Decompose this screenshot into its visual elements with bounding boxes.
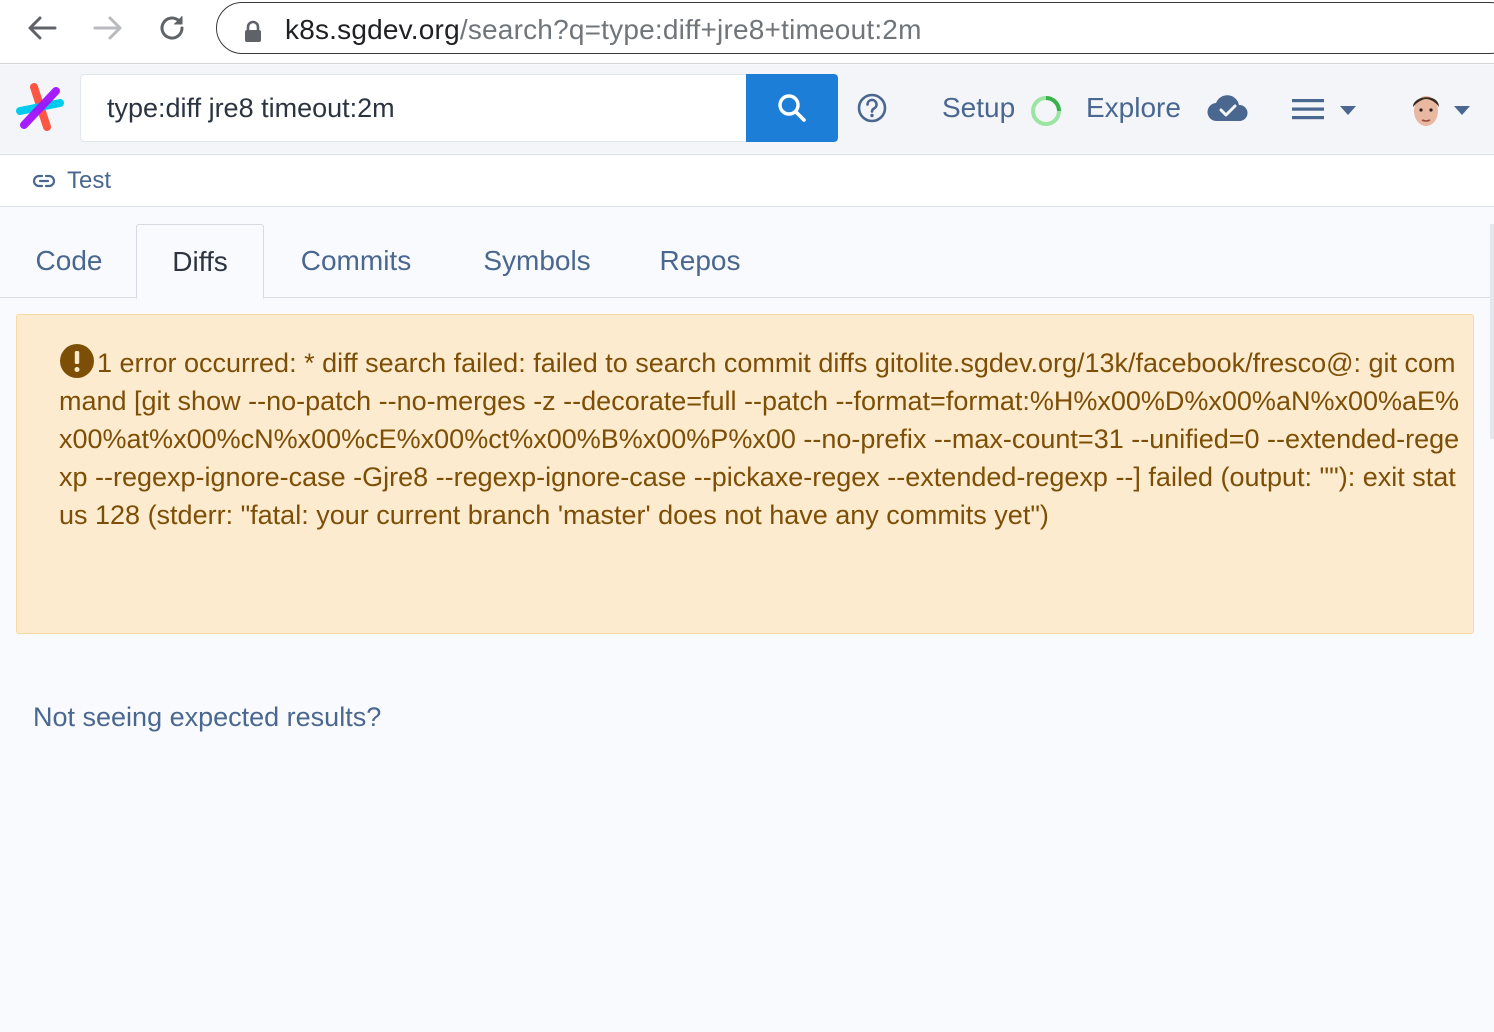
search-input[interactable] xyxy=(80,74,748,142)
explore-link[interactable]: Explore xyxy=(1086,92,1181,124)
search-icon xyxy=(778,94,806,122)
help-icon[interactable] xyxy=(856,92,888,124)
tab-code[interactable]: Code xyxy=(2,224,136,298)
error-alert: 1 error occurred: * diff search failed: … xyxy=(16,314,1474,634)
setup-link[interactable]: Setup xyxy=(942,92,1015,124)
menu-icon[interactable] xyxy=(1292,95,1326,123)
reload-button[interactable] xyxy=(152,8,192,48)
arrow-right-icon xyxy=(93,16,122,40)
error-message: 1 error occurred: * diff search failed: … xyxy=(59,343,1469,534)
arrow-left-icon xyxy=(28,16,57,40)
browser-toolbar: k8s.sgdev.org/search?q=type:diff+jre8+ti… xyxy=(0,0,1494,64)
setup-progress-icon xyxy=(1031,96,1061,126)
error-message-text: 1 error occurred: * diff search failed: … xyxy=(59,348,1460,530)
tab-symbols[interactable]: Symbols xyxy=(464,224,610,298)
menu-caret-icon[interactable] xyxy=(1340,106,1356,115)
url-path: /search?q=type:diff+jre8+timeout:2m xyxy=(459,14,922,45)
tab-commits[interactable]: Commits xyxy=(282,224,430,298)
reload-icon xyxy=(160,16,184,40)
not-seeing-results-link[interactable]: Not seeing expected results? xyxy=(33,702,381,733)
user-menu-caret-icon[interactable] xyxy=(1454,106,1470,115)
app-header: Setup Explore xyxy=(0,65,1494,155)
sourcegraph-logo-icon[interactable] xyxy=(14,81,66,133)
lock-icon xyxy=(245,20,261,42)
user-avatar[interactable] xyxy=(1406,89,1446,131)
address-bar[interactable]: k8s.sgdev.org/search?q=type:diff+jre8+ti… xyxy=(216,2,1494,54)
cloud-check-icon[interactable] xyxy=(1206,92,1250,124)
saved-query-bar xyxy=(0,156,1494,207)
forward-button[interactable] xyxy=(88,8,128,48)
tab-repos[interactable]: Repos xyxy=(644,224,756,298)
saved-query-link[interactable]: Test xyxy=(67,167,111,195)
link-icon xyxy=(33,174,55,188)
search-result-tabs: Code Diffs Commits Symbols Repos xyxy=(0,224,1494,299)
tab-diffs[interactable]: Diffs xyxy=(136,224,264,299)
url-host: k8s.sgdev.org xyxy=(285,14,460,45)
alert-circle-icon xyxy=(60,344,94,378)
back-button[interactable] xyxy=(22,8,62,48)
url-text: k8s.sgdev.org/search?q=type:diff+jre8+ti… xyxy=(285,14,922,46)
scrollbar[interactable] xyxy=(1490,224,1494,439)
search-button[interactable] xyxy=(746,74,838,142)
